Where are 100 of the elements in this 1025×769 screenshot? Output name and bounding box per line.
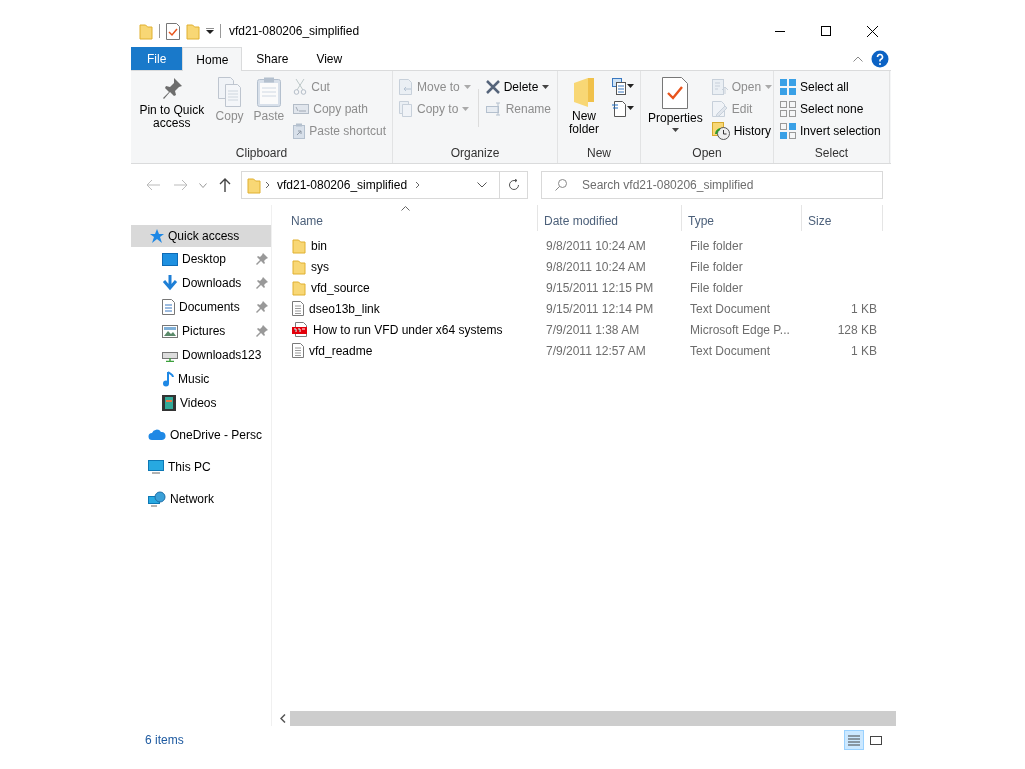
folder-icon — [139, 22, 153, 40]
sidebar-item[interactable]: Pictures — [131, 319, 271, 343]
onedrive-cloud-icon — [148, 429, 166, 441]
path-icon — [293, 104, 310, 114]
sidebar-item[interactable]: Downloads — [131, 271, 271, 295]
date-cell-text: 7/9/2011 1:38 AM — [545, 321, 641, 339]
ribbon-tab[interactable]: File — [131, 47, 183, 70]
music-note-icon — [162, 371, 174, 387]
date-cell-text: 7/9/2011 12:57 AM — [545, 342, 647, 360]
type-cell-text: Microsoft Edge P... — [689, 321, 791, 339]
desktop-icon — [162, 252, 178, 266]
ribbon-button[interactable]: Select none — [777, 98, 884, 120]
size-cell-text: 128 KB — [836, 321, 878, 339]
pin-icon — [256, 277, 268, 289]
ribbon-button[interactable]: Pin to Quick access — [134, 75, 210, 145]
type-cell-text: Text Document — [689, 300, 772, 318]
column-header[interactable]: Name — [272, 205, 538, 231]
group-label: Clipboard — [234, 145, 289, 162]
sidebar-item[interactable]: Downloads123 — [131, 343, 271, 367]
monitor-icon — [148, 460, 164, 474]
ribbon-button[interactable]: New folder — [561, 75, 607, 145]
file-name[interactable]: vfd_source — [272, 277, 538, 298]
maximize-icon — [821, 26, 831, 36]
group-label: Select — [813, 145, 850, 162]
search-field[interactable]: Search vfd21-080206_simplified — [541, 171, 883, 199]
easy-access-icon — [612, 100, 634, 118]
ribbon-tab[interactable]: Home — [182, 47, 243, 71]
ribbon-button[interactable]: History — [708, 120, 776, 142]
type-cell-text: File folder — [689, 237, 744, 255]
new-folder-icon — [573, 77, 595, 107]
ribbon-button[interactable]: Properties — [644, 75, 707, 145]
window-title: vfd21-080206_simplified — [229, 24, 361, 38]
ribbon-button[interactable]: Select all — [777, 76, 884, 98]
close-icon — [866, 25, 878, 37]
film-icon — [162, 395, 176, 411]
type-cell-text: File folder — [689, 258, 744, 276]
move-to-icon — [399, 79, 413, 95]
folder-icon — [292, 279, 306, 296]
folder-icon — [292, 258, 306, 275]
network-icon — [148, 491, 166, 507]
breadcrumb[interactable]: vfd21-080206_simplified — [273, 178, 412, 192]
address-bar[interactable]: vfd21-080206_simplified — [241, 171, 528, 199]
type-cell-text: File folder — [689, 279, 744, 297]
pin-icon — [256, 253, 268, 265]
ribbon-button[interactable]: Delete — [482, 76, 554, 98]
refresh-icon — [507, 179, 520, 191]
sidebar-item[interactable]: Videos — [131, 391, 271, 415]
details-view-icon — [847, 733, 861, 747]
ribbon-tab[interactable]: View — [302, 47, 357, 70]
column-header[interactable]: Size — [802, 205, 883, 231]
ribbon-button[interactable]: Invert selection — [777, 120, 884, 142]
sidebar-item[interactable]: Desktop — [131, 247, 271, 271]
scissors-icon — [293, 79, 308, 95]
new-item-icon — [612, 78, 634, 96]
edit-icon — [711, 101, 728, 117]
document-icon — [292, 343, 304, 358]
sidebar-item[interactable]: Network — [131, 487, 271, 511]
dropdown-button[interactable] — [609, 76, 637, 98]
date-cell-text: 9/15/2011 12:15 PM — [545, 279, 655, 297]
caret-icon — [542, 85, 550, 89]
picture-icon — [162, 324, 178, 338]
properties-icon — [166, 22, 180, 40]
download-arrow-icon — [162, 275, 178, 291]
file-name[interactable]: dseo13b_link — [272, 298, 538, 319]
dropdown-button[interactable] — [609, 98, 637, 120]
collapse-ribbon-icon — [853, 55, 863, 62]
sort-caret-icon — [400, 206, 410, 211]
item-count: 6 items — [145, 733, 184, 747]
document-icon — [162, 299, 175, 315]
date-cell-text: 9/8/2011 10:24 AM — [545, 237, 647, 255]
pdf-file-icon — [292, 322, 308, 337]
shortcut-icon — [293, 123, 306, 139]
column-header[interactable]: Date modified — [538, 205, 682, 231]
column-header[interactable]: Type — [682, 205, 802, 231]
ribbon-tab[interactable]: Share — [242, 47, 303, 70]
caret-icon — [463, 85, 471, 89]
sidebar-item[interactable]: Documents — [131, 295, 271, 319]
folder-icon — [292, 237, 306, 254]
properties-icon — [662, 77, 689, 109]
dropdown-icon — [477, 182, 487, 188]
caret-icon — [765, 85, 773, 89]
file-name[interactable]: How to run VFD under x64 systems — [272, 319, 538, 340]
file-name[interactable]: bin — [272, 235, 538, 256]
customize-caret-icon — [206, 28, 214, 34]
file-name[interactable]: vfd_readme — [272, 340, 538, 361]
sidebar-item[interactable]: Music — [131, 367, 271, 391]
pin-icon — [256, 325, 268, 337]
scroll-left-icon — [279, 714, 286, 723]
group-label: Open — [691, 145, 723, 162]
sidebar-item[interactable]: OneDrive - Persc — [131, 423, 271, 447]
caret-icon — [671, 128, 679, 132]
file-name[interactable]: sys — [272, 256, 538, 277]
open-icon — [711, 79, 728, 95]
sidebar-item[interactable]: This PC — [131, 455, 271, 479]
star-icon — [148, 228, 164, 244]
folder-icon — [186, 22, 200, 40]
help-icon — [871, 49, 889, 68]
up-icon — [219, 178, 231, 192]
search-icon — [555, 179, 567, 191]
sidebar-item[interactable]: Quick access — [131, 225, 271, 247]
